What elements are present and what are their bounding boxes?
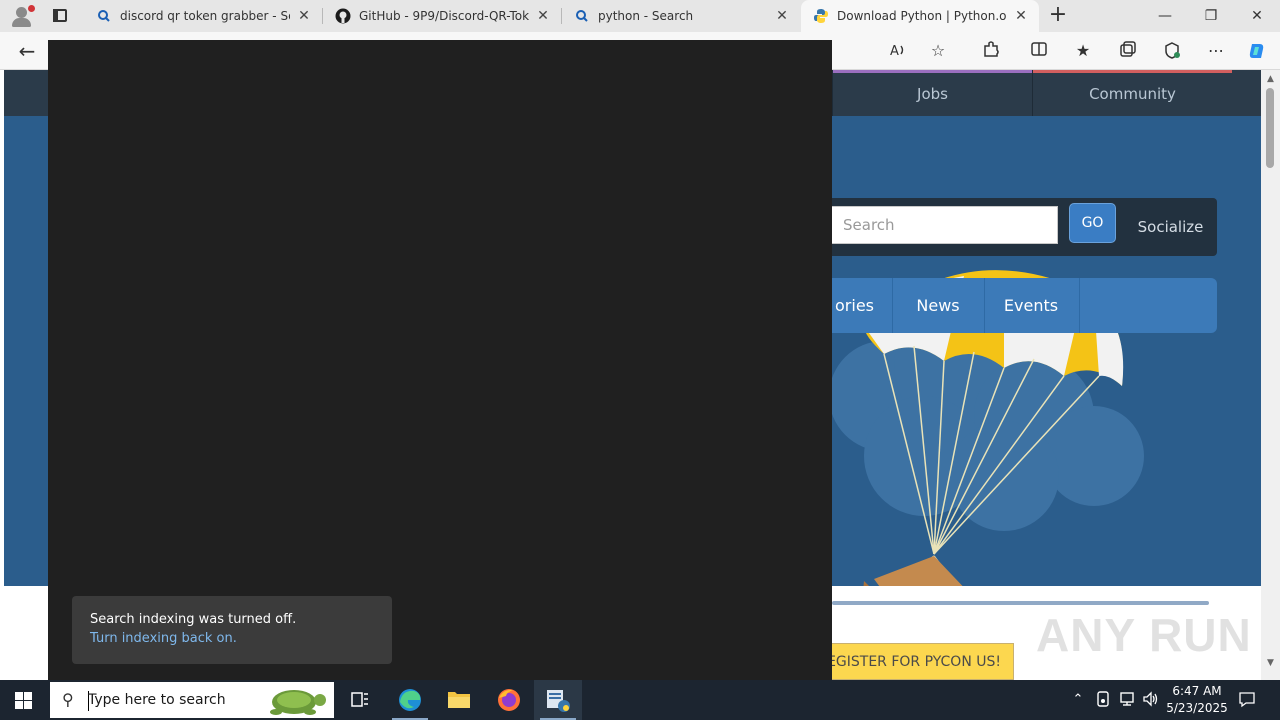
- profile-avatar-icon[interactable]: [8, 3, 36, 29]
- menu-item-news[interactable]: News: [894, 278, 982, 333]
- start-button[interactable]: [0, 680, 48, 720]
- tab-github[interactable]: GitHub - 9P9/Discord-QR-Token-Logger ✕: [323, 0, 562, 32]
- copilot-icon[interactable]: [1246, 40, 1268, 62]
- favorite-star-icon[interactable]: ☆: [927, 40, 949, 62]
- page-scrollbar[interactable]: ▲ ▼: [1261, 70, 1280, 680]
- tab-title: GitHub - 9P9/Discord-QR-Token-Logger: [359, 9, 529, 23]
- search-go-button[interactable]: GO: [1069, 203, 1116, 243]
- python-icon: [813, 8, 829, 24]
- site-search-input[interactable]: Search: [830, 206, 1058, 244]
- taskbar-clock[interactable]: 6:47 AM 5/23/2025: [1164, 683, 1230, 717]
- turtle-icon: [270, 690, 326, 715]
- close-tab-icon[interactable]: ✕: [535, 8, 551, 24]
- clock-time: 6:47 AM: [1172, 684, 1222, 698]
- tab-discord-search[interactable]: discord qr token grabber - Search ✕: [84, 0, 323, 32]
- indexing-notification: Search indexing was turned off. Turn ind…: [72, 596, 392, 664]
- topnav-community[interactable]: Community: [1032, 70, 1232, 116]
- back-arrow-icon[interactable]: ←: [16, 40, 38, 62]
- restore-icon[interactable]: ❐: [1188, 0, 1234, 32]
- scroll-down-icon[interactable]: ▼: [1265, 658, 1276, 669]
- browser-essentials-icon[interactable]: [1161, 40, 1183, 62]
- svg-text:A: A: [890, 44, 899, 59]
- split-screen-icon[interactable]: [1028, 40, 1050, 62]
- show-hidden-icons-icon[interactable]: ⌃: [1068, 690, 1088, 710]
- device-icon[interactable]: [1093, 690, 1113, 710]
- task-view-icon[interactable]: [336, 680, 384, 720]
- close-tab-icon[interactable]: ✕: [296, 8, 312, 24]
- firefox-icon[interactable]: [485, 680, 533, 720]
- tab-actions-icon[interactable]: [48, 6, 72, 26]
- network-icon[interactable]: [1116, 690, 1138, 710]
- tab-python-download[interactable]: Download Python | Python.org ✕: [801, 0, 1039, 32]
- tab-title: discord qr token grabber - Search: [120, 9, 290, 23]
- scroll-up-icon[interactable]: ▲: [1265, 74, 1276, 85]
- collections-icon[interactable]: [1117, 40, 1139, 62]
- topnav-jobs-label: Jobs: [917, 85, 948, 103]
- tab-title: python - Search: [598, 9, 694, 23]
- main-menu: ories News Events: [794, 278, 1217, 333]
- menu-item-events[interactable]: Events: [986, 278, 1076, 333]
- socialize-button[interactable]: Socialize: [1124, 198, 1217, 256]
- tab-python-search[interactable]: python - Search ✕: [562, 0, 800, 32]
- turn-indexing-on-link[interactable]: Turn indexing back on.: [90, 629, 374, 649]
- carousel-indicator: [832, 601, 1209, 605]
- favorites-icon[interactable]: ★: [1072, 40, 1094, 62]
- github-icon: [335, 8, 351, 24]
- close-tab-icon[interactable]: ✕: [774, 8, 790, 24]
- pycon-register-banner[interactable]: REGISTER FOR PYCON US!: [816, 643, 1014, 680]
- search-flyout-panel: Search indexing was turned off. Turn ind…: [48, 40, 832, 680]
- search-icon: [574, 8, 590, 24]
- anyrun-watermark: ANY RUN: [1036, 609, 1252, 661]
- new-tab-button[interactable]: +: [1046, 4, 1070, 28]
- more-options-icon[interactable]: ⋯: [1205, 40, 1227, 62]
- clock-date: 5/23/2025: [1166, 701, 1228, 715]
- tab-title: Download Python | Python.org: [837, 9, 1007, 23]
- extensions-icon[interactable]: [980, 40, 1002, 62]
- minimize-icon[interactable]: —: [1142, 0, 1188, 32]
- edge-browser-icon[interactable]: [386, 680, 434, 720]
- file-explorer-icon[interactable]: [435, 680, 483, 720]
- indexing-off-message: Search indexing was turned off.: [90, 612, 297, 627]
- scrollbar-thumb[interactable]: [1266, 88, 1274, 168]
- windows-taskbar: ⚲ Type here to search ⌃ 6:47 AM 5/23/202…: [0, 680, 1280, 720]
- topnav-jobs[interactable]: Jobs: [832, 70, 1032, 116]
- close-window-icon[interactable]: ✕: [1234, 0, 1280, 32]
- close-tab-icon[interactable]: ✕: [1013, 8, 1029, 24]
- search-icon: ⚲: [62, 690, 74, 709]
- active-app-icon[interactable]: [534, 680, 582, 720]
- notification-center-icon[interactable]: [1236, 690, 1258, 710]
- windows-logo-icon: [15, 692, 32, 709]
- volume-icon[interactable]: [1140, 690, 1162, 710]
- browser-tab-strip: discord qr token grabber - Search ✕ GitH…: [0, 0, 1280, 32]
- taskbar-search-box[interactable]: ⚲ Type here to search: [48, 680, 336, 720]
- taskbar-search-placeholder: Type here to search: [88, 692, 226, 708]
- search-icon: [96, 8, 112, 24]
- read-aloud-icon[interactable]: A: [887, 40, 909, 62]
- topnav-community-label: Community: [1089, 85, 1176, 103]
